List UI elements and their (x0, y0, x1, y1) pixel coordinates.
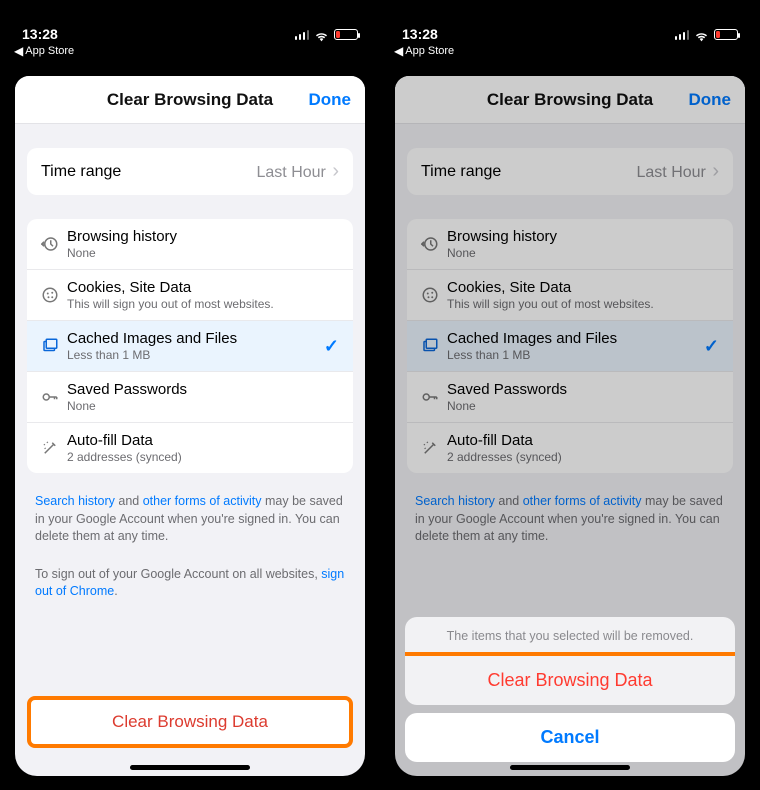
images-icon (41, 337, 67, 355)
status-bar: 13:28 (380, 25, 760, 43)
done-button[interactable]: Done (689, 90, 732, 110)
search-history-link[interactable]: Search history (415, 494, 495, 508)
footer-note-2: To sign out of your Google Account on al… (35, 566, 345, 601)
item-cookies[interactable]: Cookies, Site DataThis will sign you out… (27, 269, 353, 320)
images-icon (421, 337, 447, 355)
modal-header: Clear Browsing Data Done (15, 76, 365, 124)
wand-icon (421, 439, 447, 457)
back-to-app[interactable]: ◀ App Store (0, 43, 380, 58)
item-sub: None (447, 399, 719, 413)
signal-icon (295, 29, 310, 40)
item-sub: Less than 1 MB (67, 348, 324, 362)
wand-icon (41, 439, 67, 457)
footer-note-1: Search history and other forms of activi… (35, 493, 345, 546)
status-bar: 13:28 (0, 25, 380, 43)
item-cached-images[interactable]: Cached Images and FilesLess than 1 MB ✓ (27, 320, 353, 371)
other-activity-link[interactable]: other forms of activity (523, 494, 642, 508)
cookie-icon (41, 286, 67, 304)
item-browsing-history[interactable]: Browsing historyNone (407, 219, 733, 269)
item-title: Cached Images and Files (447, 330, 704, 347)
item-cached-images[interactable]: Cached Images and FilesLess than 1 MB ✓ (407, 320, 733, 371)
back-to-app[interactable]: ◀ App Store (380, 43, 760, 58)
item-sub: None (67, 246, 339, 260)
cta-label: Clear Browsing Data (112, 712, 268, 731)
item-autofill[interactable]: Auto-fill Data2 addresses (synced) (27, 422, 353, 473)
item-sub: This will sign you out of most websites. (447, 297, 719, 311)
item-title: Cached Images and Files (67, 330, 324, 347)
item-title: Saved Passwords (447, 381, 719, 398)
action-sheet-message: The items that you selected will be remo… (405, 617, 735, 656)
confirm-clear-button[interactable]: Clear Browsing Data (405, 652, 735, 705)
item-sub: This will sign you out of most websites. (67, 297, 339, 311)
item-sub: Less than 1 MB (447, 348, 704, 362)
item-sub: 2 addresses (synced) (67, 450, 339, 464)
checkmark-icon: ✓ (704, 336, 719, 357)
confirm-action-sheet: The items that you selected will be remo… (405, 617, 735, 762)
checkmark-icon: ✓ (324, 336, 339, 357)
item-sub: 2 addresses (synced) (447, 450, 719, 464)
history-icon (421, 235, 447, 253)
item-browsing-history[interactable]: Browsing historyNone (27, 219, 353, 269)
back-app-label: App Store (25, 45, 74, 57)
modal-header: Clear Browsing Data Done (395, 76, 745, 124)
cancel-button[interactable]: Cancel (405, 713, 735, 762)
item-cookies[interactable]: Cookies, Site DataThis will sign you out… (407, 269, 733, 320)
chevron-right-icon: › (712, 160, 719, 182)
item-sub: None (447, 246, 719, 260)
home-indicator (510, 765, 630, 770)
footer-note-1: Search history and other forms of activi… (415, 493, 725, 546)
item-passwords[interactable]: Saved PasswordsNone (407, 371, 733, 422)
item-title: Auto-fill Data (447, 432, 719, 449)
status-time: 13:28 (402, 26, 438, 42)
signal-icon (675, 29, 690, 40)
time-range-row[interactable]: Time range Last Hour › (27, 148, 353, 195)
back-chevron-icon: ◀ (394, 44, 403, 58)
search-history-link[interactable]: Search history (35, 494, 115, 508)
history-icon (41, 235, 67, 253)
other-activity-link[interactable]: other forms of activity (143, 494, 262, 508)
page-title: Clear Browsing Data (107, 90, 273, 110)
key-icon (421, 388, 447, 406)
cookie-icon (421, 286, 447, 304)
item-title: Browsing history (447, 228, 719, 245)
back-app-label: App Store (405, 45, 454, 57)
time-range-label: Time range (41, 163, 121, 181)
chevron-right-icon: › (332, 160, 339, 182)
key-icon (41, 388, 67, 406)
status-time: 13:28 (22, 26, 58, 42)
page-title: Clear Browsing Data (487, 90, 653, 110)
item-title: Cookies, Site Data (67, 279, 339, 296)
item-title: Browsing history (67, 228, 339, 245)
battery-icon (714, 29, 738, 40)
item-title: Saved Passwords (67, 381, 339, 398)
clear-browsing-data-button[interactable]: Clear Browsing Data (27, 696, 353, 748)
time-range-row[interactable]: Time range Last Hour › (407, 148, 733, 195)
item-sub: None (67, 399, 339, 413)
item-title: Auto-fill Data (67, 432, 339, 449)
item-autofill[interactable]: Auto-fill Data2 addresses (synced) (407, 422, 733, 473)
battery-icon (334, 29, 358, 40)
time-range-label: Time range (421, 163, 501, 181)
time-range-value: Last Hour (257, 164, 326, 181)
back-chevron-icon: ◀ (14, 44, 23, 58)
home-indicator (130, 765, 250, 770)
item-title: Cookies, Site Data (447, 279, 719, 296)
wifi-icon (694, 29, 709, 40)
done-button[interactable]: Done (309, 90, 352, 110)
item-passwords[interactable]: Saved PasswordsNone (27, 371, 353, 422)
time-range-value: Last Hour (637, 164, 706, 181)
wifi-icon (314, 29, 329, 40)
